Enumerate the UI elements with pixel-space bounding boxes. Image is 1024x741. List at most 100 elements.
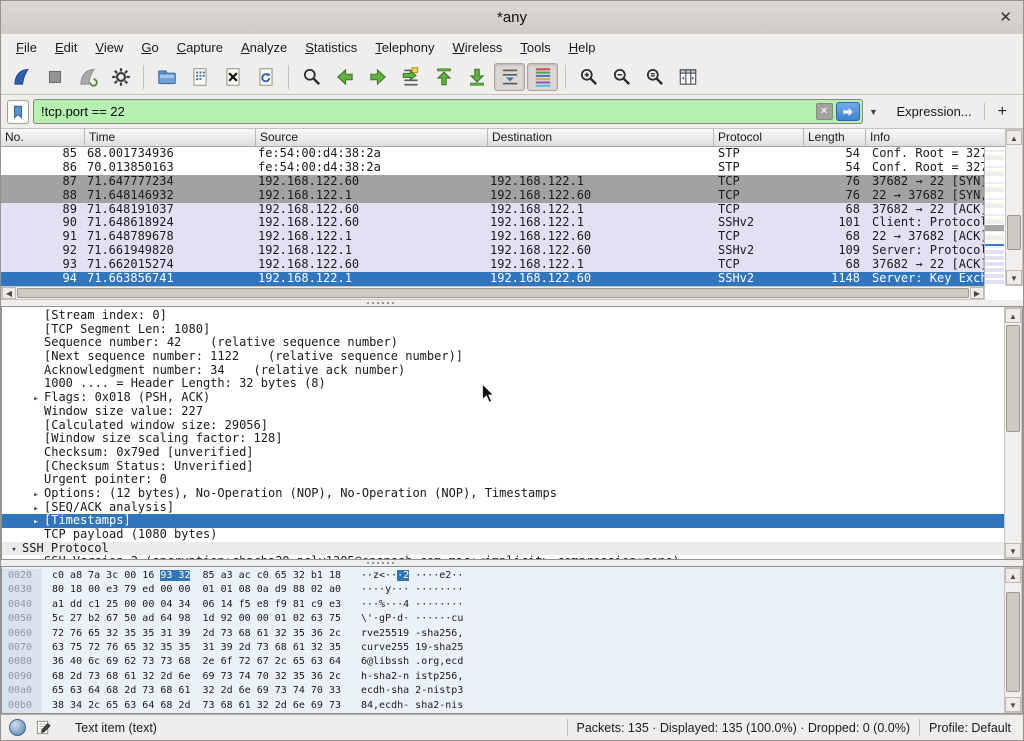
find-packet-button[interactable] [296,63,327,91]
hex-scrollbar[interactable]: ▲ ▼ [1004,567,1022,713]
menu-item-wireless[interactable]: Wireless [444,36,512,59]
scroll-up-icon[interactable]: ▲ [1005,568,1021,583]
menu-item-edit[interactable]: Edit [46,36,86,59]
packet-row[interactable]: 90 71.648618924 192.168.122.60 192.168.1… [1,216,985,230]
scroll-down-icon[interactable]: ▼ [1006,270,1022,285]
detail-line[interactable]: ▸Flags: 0x018 (PSH, ACK) [2,391,1004,405]
detail-line[interactable]: ▸SSH Version 2 (encryption:chacha20-poly… [2,555,1004,559]
hex-row[interactable]: 00505c 27 b2 67 50 ad 64 98 1d 92 00 00 … [2,612,1004,626]
expert-info-icon[interactable] [9,719,26,736]
filter-apply-button[interactable] [836,102,860,121]
expression-button[interactable]: Expression... [885,104,980,119]
expander-icon[interactable]: ▸ [28,557,44,559]
packet-list-hscrollbar[interactable]: ◀ ▶ [1,286,985,300]
hex-row[interactable]: 009068 2d 73 68 61 32 2d 6e 69 73 74 70 … [2,670,1004,684]
scrollbar-thumb[interactable] [1006,325,1020,432]
packet-row[interactable]: 94 71.663856741 192.168.122.1 192.168.12… [1,272,985,286]
zoom-reset-button[interactable] [639,63,670,91]
go-back-button[interactable] [329,63,360,91]
reload-capture-button[interactable] [250,63,281,91]
menu-item-tools[interactable]: Tools [511,36,559,59]
expander-icon[interactable]: ▾ [6,544,22,558]
scroll-up-icon[interactable]: ▲ [1005,308,1021,323]
details-scrollbar[interactable]: ▲ ▼ [1004,307,1022,559]
packet-row[interactable]: 93 71.662015274 192.168.122.60 192.168.1… [1,258,985,272]
filter-dropdown-button[interactable]: ▼ [867,101,881,123]
go-to-top-button[interactable] [428,63,459,91]
menu-item-analyze[interactable]: Analyze [232,36,296,59]
restart-capture-button[interactable] [72,63,103,91]
detail-line[interactable]: [Calculated window size: 29056] [2,419,1004,433]
packet-row[interactable]: 91 71.648789678 192.168.122.1 192.168.12… [1,230,985,244]
filter-bookmark-button[interactable] [7,100,29,124]
detail-line[interactable]: ▸Options: (12 bytes), No-Operation (NOP)… [2,487,1004,501]
hex-row[interactable]: 003080 18 00 e3 79 ed 00 00 01 01 08 0a … [2,583,1004,597]
zoom-in-button[interactable] [573,63,604,91]
menu-item-help[interactable]: Help [560,36,605,59]
column-header[interactable]: No. [1,129,85,146]
detail-line[interactable]: ▾SSH Protocol [2,542,1004,556]
scroll-down-icon[interactable]: ▼ [1005,697,1021,712]
detail-line[interactable]: 1000 .... = Header Length: 32 bytes (8) [2,377,1004,391]
menu-item-telephony[interactable]: Telephony [366,36,443,59]
column-header[interactable]: Length [804,129,866,146]
display-filter-input[interactable]: !tcp.port == 22 ✕ [33,99,863,124]
scroll-right-icon[interactable]: ▶ [970,287,984,299]
column-header[interactable]: Info [866,129,1005,146]
save-capture-button[interactable] [184,63,215,91]
profile-text[interactable]: Profile: Default [929,721,1015,735]
packet-row[interactable]: 86 70.013850163 fe:54:00:d4:38:2a STP 54… [1,161,985,175]
go-to-bottom-button[interactable] [461,63,492,91]
capture-comment-icon[interactable] [35,719,52,736]
close-capture-button[interactable] [217,63,248,91]
packet-row[interactable]: 92 71.661949820 192.168.122.1 192.168.12… [1,244,985,258]
resize-columns-button[interactable] [672,63,703,91]
hex-row[interactable]: 0020c0 a8 7a 3c 00 16 93 32 85 a3 ac c0 … [2,569,1004,583]
menu-item-go[interactable]: Go [132,36,167,59]
detail-line[interactable]: Urgent pointer: 0 [2,473,1004,487]
filter-add-button[interactable]: + [989,103,1017,121]
packet-row[interactable]: 89 71.648191037 192.168.122.60 192.168.1… [1,203,985,217]
column-header[interactable]: Destination [488,129,714,146]
menu-item-statistics[interactable]: Statistics [296,36,366,59]
column-header[interactable]: Time [85,129,256,146]
menu-item-view[interactable]: View [86,36,132,59]
detail-line[interactable]: Sequence number: 42 (relative sequence n… [2,336,1004,350]
hex-row[interactable]: 006072 76 65 32 35 35 31 39 2d 73 68 61 … [2,627,1004,641]
menu-item-file[interactable]: File [7,36,46,59]
stop-capture-button[interactable] [39,63,70,91]
hex-row[interactable]: 00b038 34 2c 65 63 64 68 2d 73 68 61 32 … [2,699,1004,713]
capture-options-button[interactable] [105,63,136,91]
packet-list-scrollbar[interactable]: ▲ ▼ [1005,129,1023,286]
detail-line[interactable]: [Stream index: 0] [2,309,1004,323]
scrollbar-thumb[interactable] [1006,592,1020,692]
hex-row[interactable]: 0040a1 dd c1 25 00 00 04 34 06 14 f5 e8 … [2,598,1004,612]
detail-line[interactable]: TCP payload (1080 bytes) [2,528,1004,542]
display-filter-value[interactable]: !tcp.port == 22 [41,104,816,119]
filter-clear-button[interactable]: ✕ [816,103,833,120]
scroll-down-icon[interactable]: ▼ [1005,543,1021,558]
go-forward-button[interactable] [362,63,393,91]
close-icon[interactable]: ✕ [999,8,1012,26]
go-to-packet-button[interactable] [395,63,426,91]
detail-line[interactable]: [Checksum Status: Unverified] [2,460,1004,474]
detail-line[interactable]: [TCP Segment Len: 1080] [2,323,1004,337]
detail-line[interactable]: ▸[Timestamps] [2,514,1004,528]
auto-scroll-toggle[interactable] [494,63,525,91]
hscrollbar-thumb[interactable] [17,288,969,298]
scrollbar-thumb[interactable] [1007,215,1021,250]
hex-row[interactable]: 008036 40 6c 69 62 73 73 68 2e 6f 72 67 … [2,655,1004,669]
scroll-left-icon[interactable]: ◀ [2,287,16,299]
packet-row[interactable]: 88 71.648146932 192.168.122.1 192.168.12… [1,189,985,203]
packet-list-minimap[interactable] [984,147,1004,286]
detail-line[interactable]: Acknowledgment number: 34 (relative ack … [2,364,1004,378]
zoom-out-button[interactable] [606,63,637,91]
hex-row[interactable]: 00a065 63 64 68 2d 73 68 61 32 2d 6e 69 … [2,684,1004,698]
start-capture-button[interactable] [6,63,37,91]
colorize-toggle[interactable] [527,63,558,91]
menu-item-capture[interactable]: Capture [168,36,232,59]
scroll-up-icon[interactable]: ▲ [1006,130,1022,145]
open-capture-button[interactable] [151,63,182,91]
detail-line[interactable]: ▸[SEQ/ACK analysis] [2,501,1004,515]
detail-line[interactable]: Window size value: 227 [2,405,1004,419]
